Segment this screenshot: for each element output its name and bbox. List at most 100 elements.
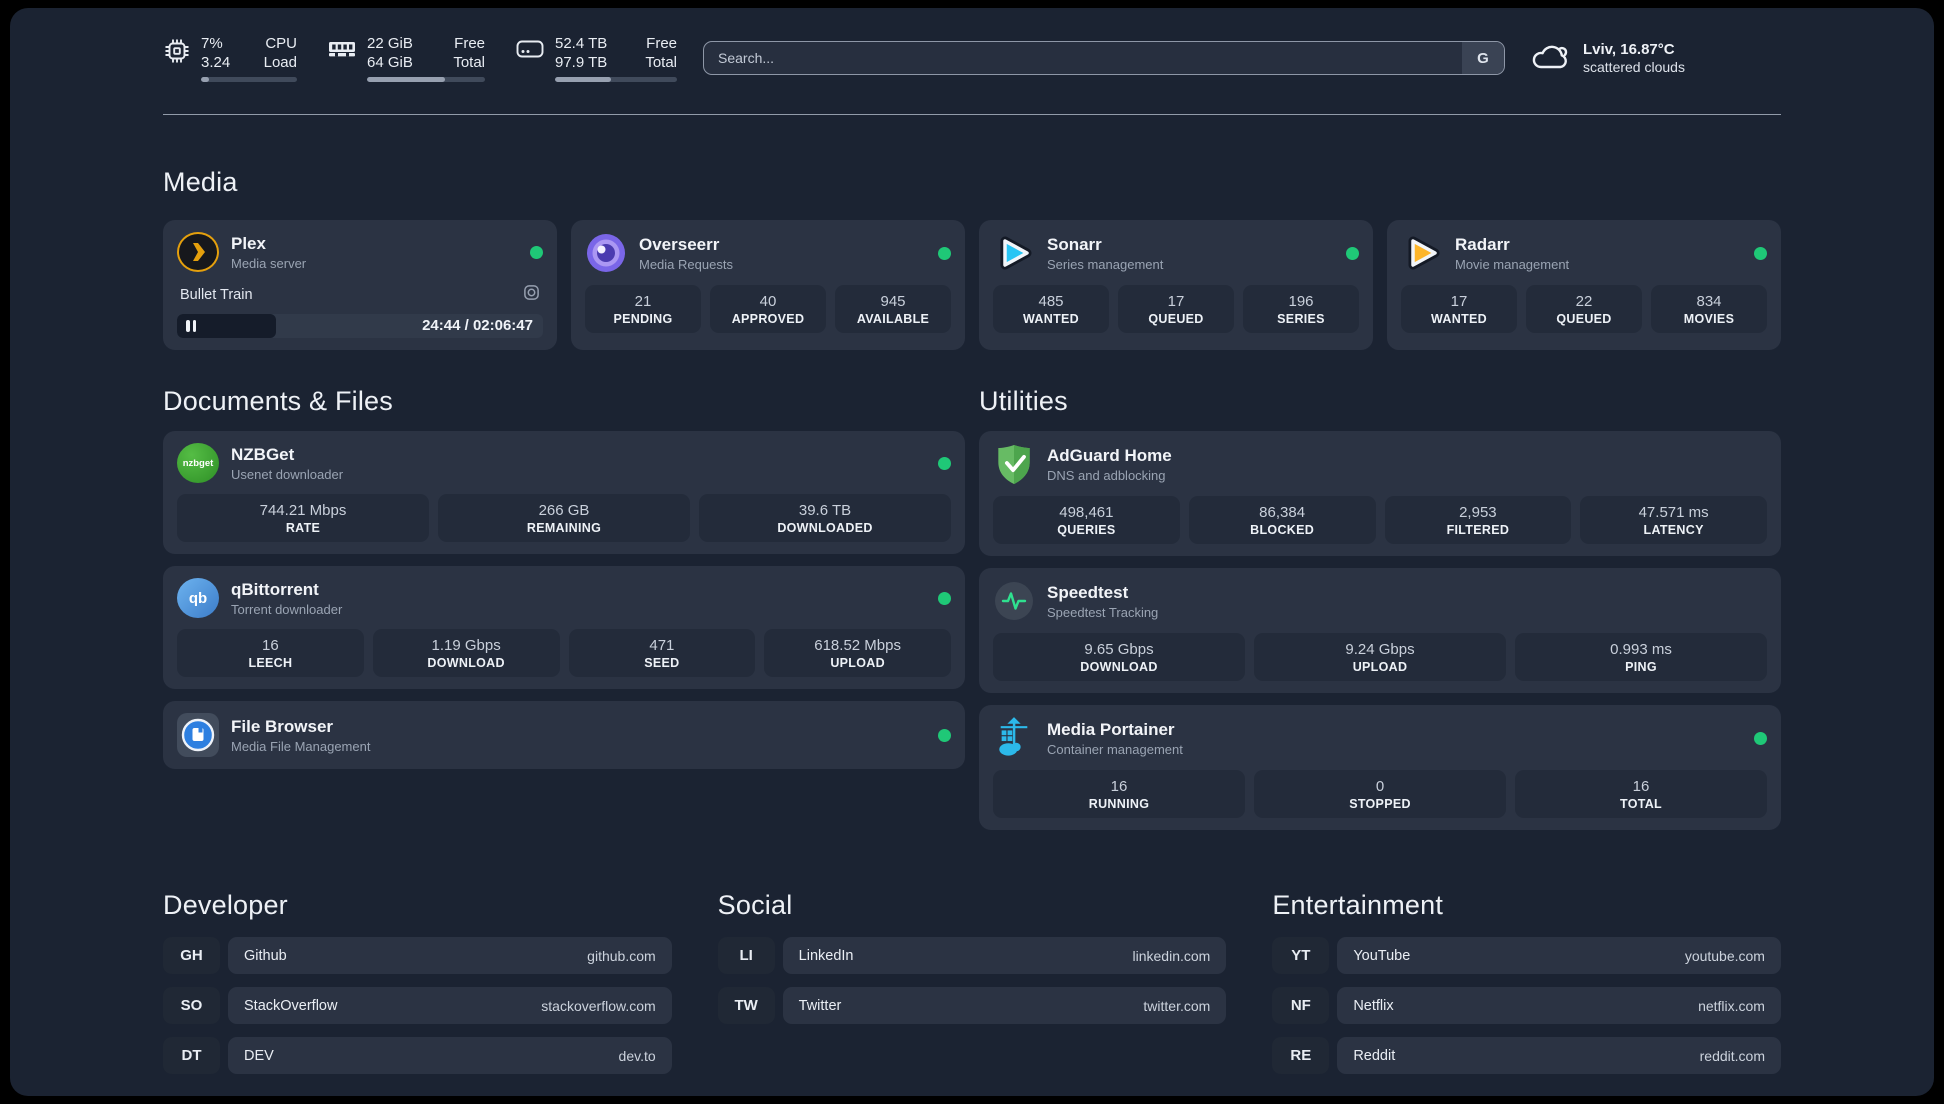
stat-value: 1.19 Gbps bbox=[431, 636, 501, 654]
stat-tile: 0.993 ms PING bbox=[1515, 633, 1767, 681]
stat-tile: 40 APPROVED bbox=[710, 285, 826, 333]
stat-tile: 17 QUEUED bbox=[1118, 285, 1234, 333]
service-card-overseerr[interactable]: Overseerr Media Requests 21 PENDING 40 A… bbox=[571, 220, 965, 350]
stat-value: 47.571 ms bbox=[1638, 503, 1709, 521]
service-title: File Browser bbox=[231, 716, 334, 736]
bookmark-linkedin[interactable]: LI LinkedIn linkedin.com bbox=[717, 937, 1227, 974]
bookmark-abbr: LI bbox=[717, 937, 775, 974]
stat-label: UPLOAD bbox=[1352, 659, 1408, 674]
service-subtitle: Movie management bbox=[1455, 256, 1570, 272]
stat-value: 834 bbox=[1696, 292, 1722, 310]
service-card-plex[interactable]: Plex Media server Bullet Train 24:44 / 0… bbox=[163, 220, 557, 350]
weather-condition: scattered clouds bbox=[1583, 59, 1685, 75]
stat-label: WANTED bbox=[1431, 311, 1487, 326]
status-dot bbox=[938, 456, 951, 470]
service-title: qBittorrent bbox=[231, 579, 319, 599]
bookmark-abbr: RE bbox=[1272, 1037, 1330, 1074]
stat-tile: 86,384 BLOCKED bbox=[1188, 496, 1376, 544]
bookmark-name: Netflix bbox=[1353, 997, 1394, 1014]
disk-progress-bar bbox=[555, 77, 677, 82]
stat-label: DOWNLOAD bbox=[427, 655, 505, 670]
status-dot bbox=[1754, 731, 1767, 745]
service-title: Speedtest bbox=[1047, 582, 1129, 602]
service-card-sonarr[interactable]: Sonarr Series management 485 WANTED 17 Q… bbox=[979, 220, 1373, 350]
stat-value: 86,384 bbox=[1259, 503, 1306, 521]
overseerr-logo-icon bbox=[585, 232, 627, 274]
stat-tile: 17 WANTED bbox=[1401, 285, 1517, 333]
stat-value: 16 bbox=[1632, 777, 1650, 795]
bookmark-url: linkedin.com bbox=[1132, 947, 1211, 964]
stat-value: 0 bbox=[1375, 777, 1385, 795]
status-dot bbox=[938, 591, 951, 605]
cpu-usage-value: 7% bbox=[201, 35, 223, 52]
stat-tile: 16 RUNNING bbox=[993, 770, 1245, 818]
memory-total-value: 64 GiB bbox=[367, 54, 413, 71]
stat-label: RUNNING bbox=[1088, 796, 1150, 811]
memory-icon bbox=[327, 37, 357, 66]
video-icon bbox=[523, 284, 540, 306]
service-card-adguard[interactable]: AdGuard Home DNS and adblocking 498,461 … bbox=[979, 431, 1781, 556]
stat-value: 9.65 Gbps bbox=[1084, 640, 1154, 658]
stat-label: WANTED bbox=[1023, 311, 1079, 326]
bookmark-dev[interactable]: DT DEV dev.to bbox=[163, 1037, 672, 1074]
stat-value: 40 bbox=[759, 292, 777, 310]
bookmark-url: netflix.com bbox=[1698, 997, 1765, 1014]
weather-widget: Lviv, 16.87°C scattered clouds bbox=[1529, 40, 1685, 77]
stat-value: 17 bbox=[1167, 292, 1185, 310]
stat-value: 498,461 bbox=[1059, 503, 1114, 521]
bookmark-stackoverflow[interactable]: SO StackOverflow stackoverflow.com bbox=[163, 987, 672, 1024]
stat-label: BLOCKED bbox=[1250, 522, 1315, 537]
stat-value: 22 bbox=[1575, 292, 1593, 310]
stat-tile: 498,461 QUERIES bbox=[993, 496, 1180, 544]
stat-tile: 22 QUEUED bbox=[1526, 285, 1642, 333]
stat-label: REMAINING bbox=[526, 520, 602, 535]
bookmark-abbr: YT bbox=[1272, 937, 1330, 974]
stat-label: LEECH bbox=[248, 655, 293, 670]
service-card-qbittorrent[interactable]: qb qBittorrent Torrent downloader 16 LEE… bbox=[163, 566, 965, 689]
nzbget-logo-icon: nzbget bbox=[177, 443, 219, 483]
cpu-load-label: Load bbox=[263, 54, 297, 71]
stat-value: 39.6 TB bbox=[798, 501, 852, 519]
disk-icon bbox=[515, 37, 545, 66]
stat-tile: 744.21 Mbps RATE bbox=[177, 494, 429, 542]
stat-tile: 16 TOTAL bbox=[1515, 770, 1767, 818]
stat-tile: 1.19 Gbps DOWNLOAD bbox=[372, 629, 560, 677]
bookmark-twitter[interactable]: TW Twitter twitter.com bbox=[717, 987, 1227, 1024]
memory-progress-bar bbox=[367, 77, 485, 82]
bookmark-github[interactable]: GH Github github.com bbox=[163, 937, 672, 974]
stat-label: DOWNLOADED bbox=[777, 520, 873, 535]
service-card-portainer[interactable]: Media Portainer Container management 16 … bbox=[979, 705, 1781, 830]
service-title: AdGuard Home bbox=[1047, 445, 1172, 465]
stat-tile: 945 AVAILABLE bbox=[835, 285, 951, 333]
cpu-load-value: 3.24 bbox=[201, 54, 231, 71]
stat-value: 618.52 Mbps bbox=[814, 636, 901, 654]
stat-value: 744.21 Mbps bbox=[259, 501, 347, 519]
stat-value: 471 bbox=[649, 636, 675, 654]
search-input[interactable] bbox=[704, 42, 1462, 74]
service-card-speedtest[interactable]: Speedtest Speedtest Tracking 9.65 Gbps D… bbox=[979, 568, 1781, 693]
status-dot bbox=[1754, 246, 1767, 260]
stat-tile: 196 SERIES bbox=[1243, 285, 1359, 333]
section-title-social: Social bbox=[717, 890, 793, 920]
section-title-media: Media bbox=[163, 167, 238, 197]
stat-label: SEED bbox=[644, 655, 680, 670]
bookmark-reddit[interactable]: RE Reddit reddit.com bbox=[1272, 1037, 1781, 1074]
stat-tile: 2,953 FILTERED bbox=[1384, 496, 1572, 544]
stat-tile: 618.52 Mbps UPLOAD bbox=[764, 629, 951, 677]
service-card-nzbget[interactable]: nzbget NZBGet Usenet downloader 744.21 M… bbox=[163, 431, 965, 554]
status-dot bbox=[938, 246, 951, 260]
service-card-filebrowser[interactable]: File Browser Media File Management bbox=[163, 701, 965, 769]
section-title-utilities: Utilities bbox=[979, 386, 1068, 416]
stat-tile: 9.24 Gbps UPLOAD bbox=[1254, 633, 1506, 681]
stat-value: 21 bbox=[634, 292, 652, 310]
bookmark-youtube[interactable]: YT YouTube youtube.com bbox=[1272, 937, 1781, 974]
stat-tile: 834 MOVIES bbox=[1651, 285, 1767, 333]
bookmark-abbr: TW bbox=[717, 987, 775, 1024]
memory-stat: 22 GiB 64 GiB Free Total bbox=[327, 34, 485, 82]
service-card-radarr[interactable]: Radarr Movie management 17 WANTED 22 QUE… bbox=[1387, 220, 1781, 350]
stat-label: PING bbox=[1625, 659, 1657, 674]
bookmark-netflix[interactable]: NF Netflix netflix.com bbox=[1272, 987, 1781, 1024]
speedtest-logo-icon bbox=[993, 580, 1035, 622]
bookmark-url: stackoverflow.com bbox=[541, 997, 656, 1014]
search-provider-button[interactable]: G bbox=[1462, 42, 1504, 74]
